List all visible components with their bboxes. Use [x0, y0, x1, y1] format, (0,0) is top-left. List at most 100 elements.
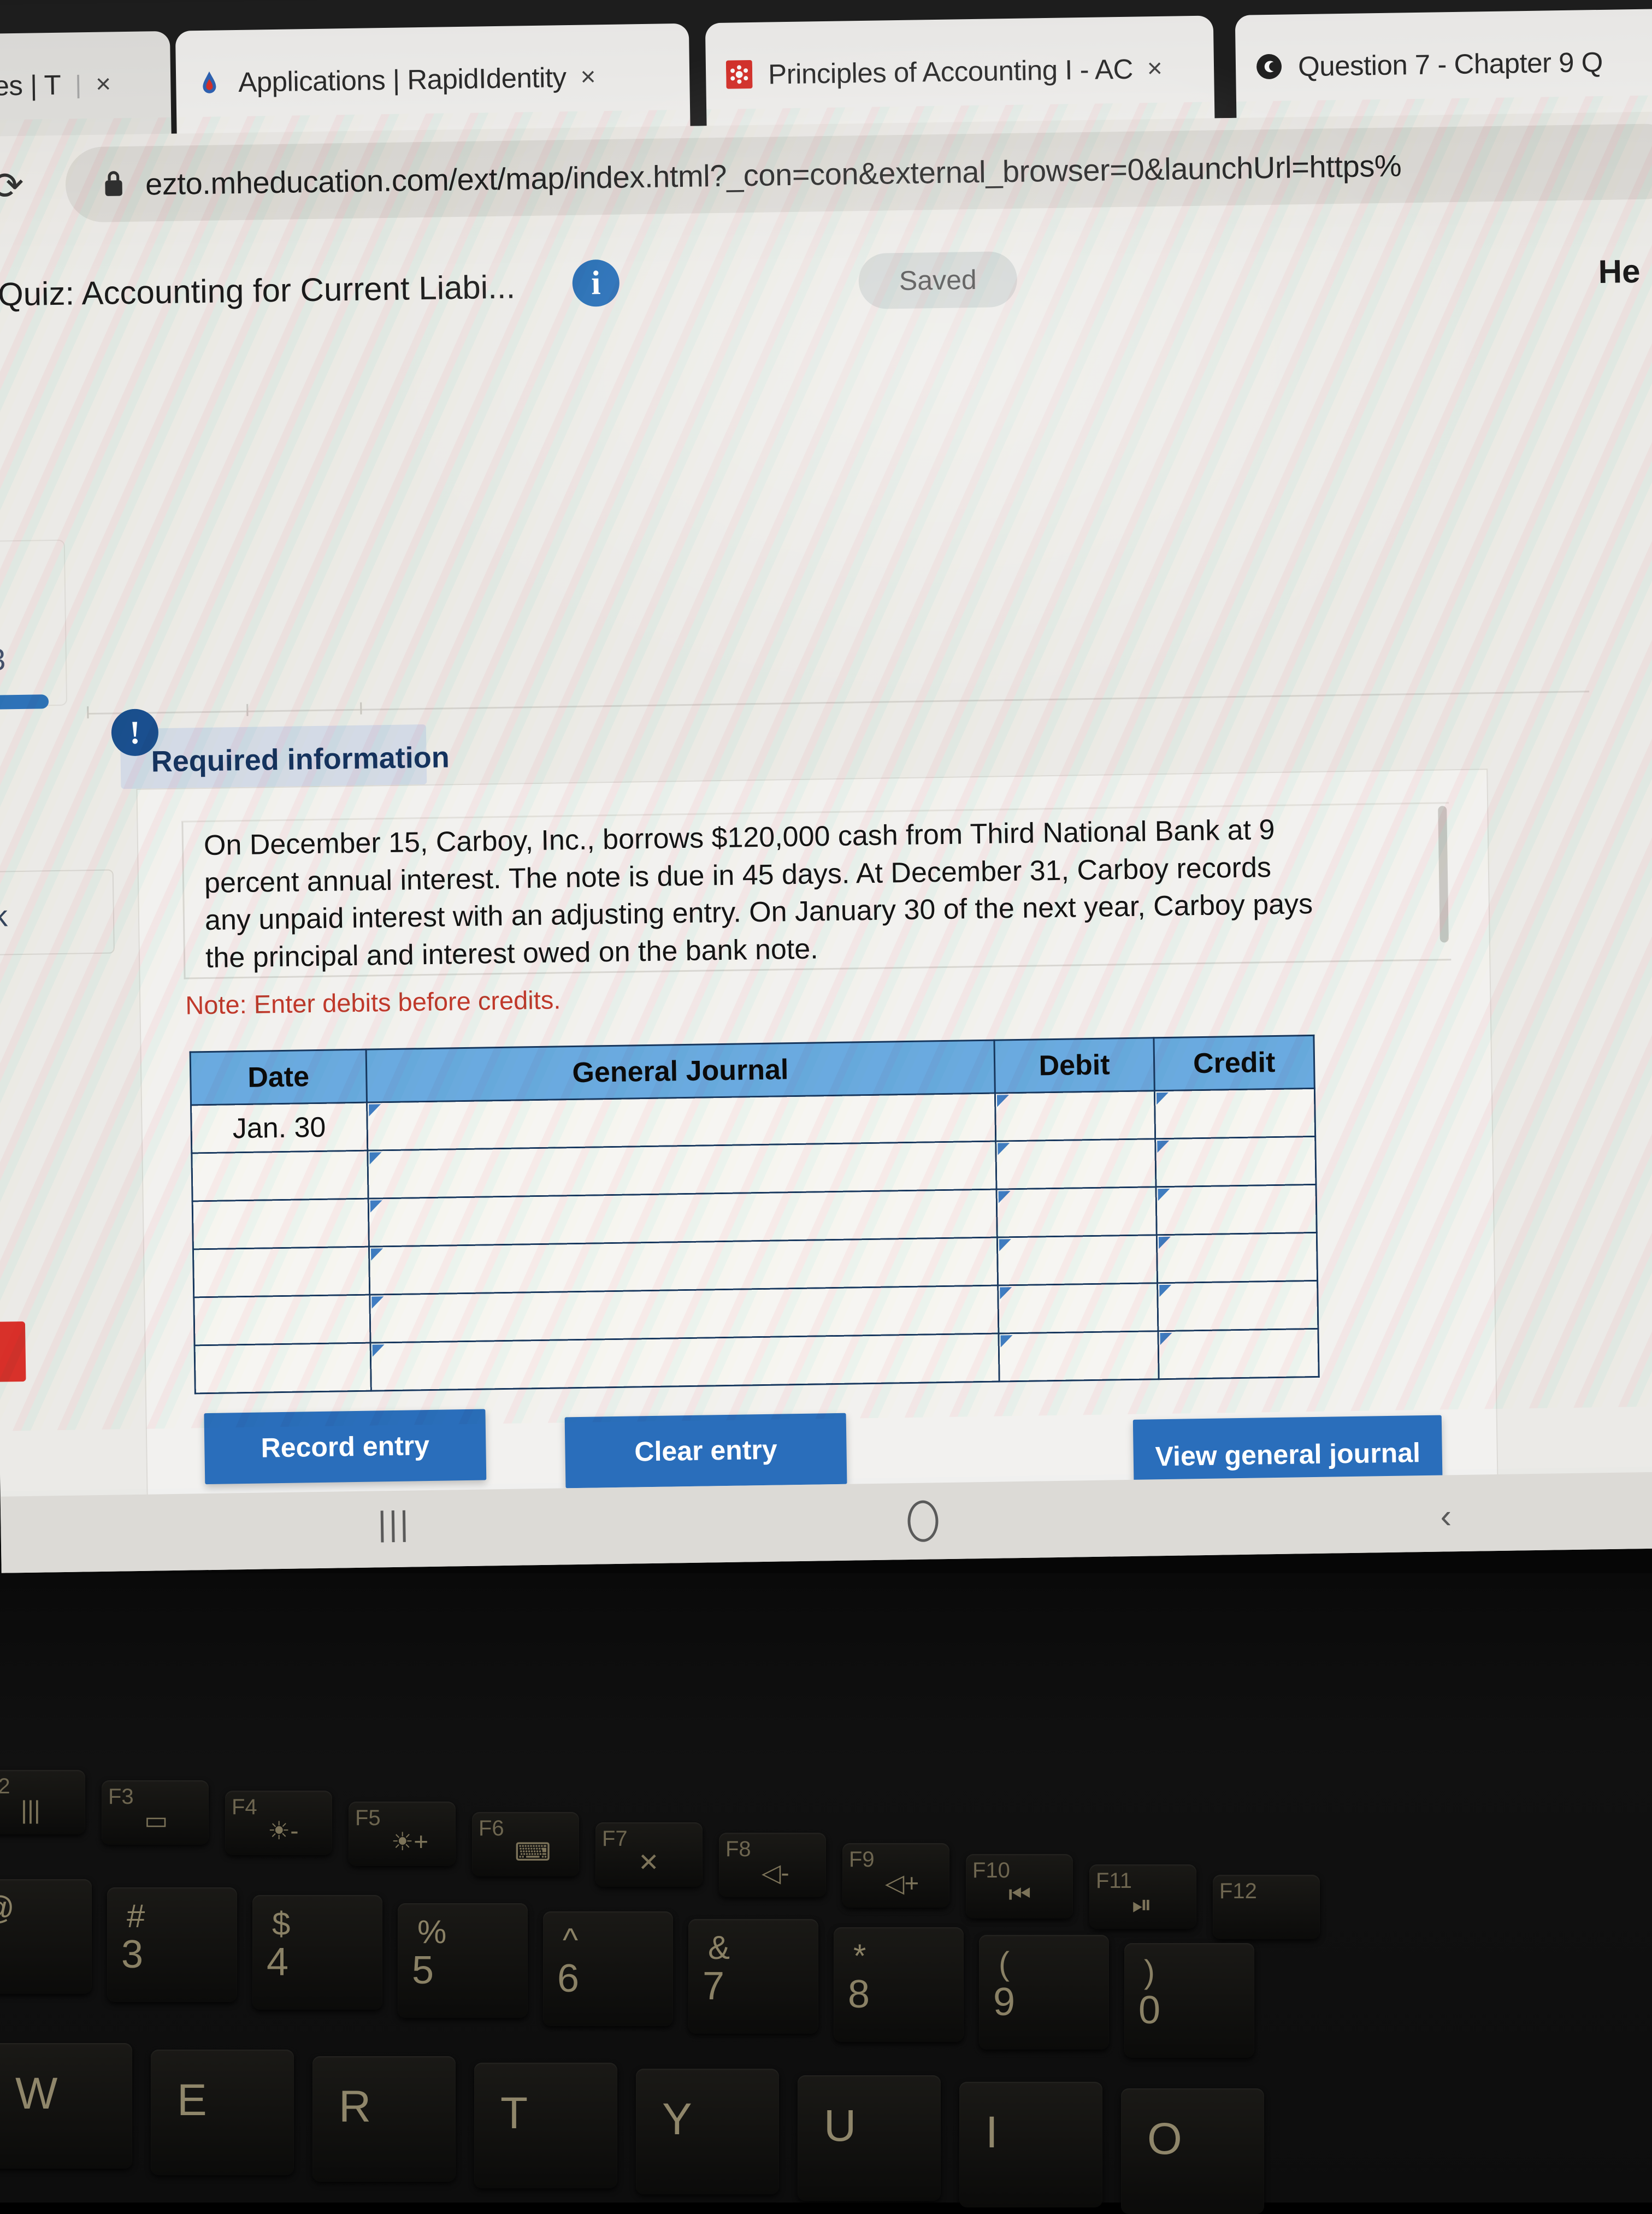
dropdown-caret-icon[interactable] — [371, 1296, 384, 1309]
dropdown-caret-icon[interactable] — [370, 1248, 384, 1261]
key-number-8: 8 — [848, 1972, 870, 2016]
key-e[interactable] — [151, 2049, 294, 2175]
browser-tab-1[interactable]: Applications | RapidIdentity × — [175, 23, 691, 135]
tab-title: Principles of Accounting I - AC — [768, 53, 1134, 90]
key-f2[interactable] — [0, 1770, 85, 1834]
dropdown-caret-icon[interactable] — [999, 1287, 1012, 1300]
dropdown-caret-icon[interactable] — [1000, 1335, 1013, 1348]
cell-debit[interactable] — [998, 1283, 1159, 1334]
key-symbol-3: # — [127, 1897, 145, 1934]
dropdown-caret-icon[interactable] — [1160, 1332, 1172, 1345]
dropdown-caret-icon[interactable] — [998, 1191, 1011, 1203]
recent-apps-icon[interactable]: ||| — [377, 1504, 411, 1544]
cell-credit[interactable] — [1154, 1088, 1315, 1139]
key-label: F6 — [479, 1816, 504, 1840]
cell-date[interactable] — [193, 1247, 370, 1297]
key-number-5: 5 — [412, 1948, 434, 1992]
cell-date[interactable] — [193, 1295, 370, 1345]
ruler-tick — [87, 706, 89, 719]
column-header-general-journal: General Journal — [365, 1040, 995, 1103]
cell-general-journal[interactable] — [370, 1333, 999, 1391]
home-icon[interactable] — [907, 1500, 939, 1543]
key-y[interactable] — [636, 2069, 779, 2195]
dropdown-caret-icon[interactable] — [996, 1095, 1009, 1107]
close-icon[interactable]: × — [96, 69, 111, 99]
dropdown-caret-icon[interactable] — [1159, 1284, 1172, 1297]
dropdown-caret-icon[interactable] — [370, 1200, 382, 1213]
general-journal-table: Date General Journal Debit Credit Jan. 3… — [190, 1035, 1320, 1394]
cell-credit[interactable] — [1157, 1232, 1318, 1283]
key-r[interactable] — [312, 2056, 456, 2182]
dropdown-caret-icon[interactable] — [999, 1239, 1011, 1251]
info-icon[interactable]: i — [572, 259, 620, 307]
cell-date[interactable] — [191, 1150, 368, 1201]
key-letter-e: E — [177, 2075, 207, 2125]
dropdown-caret-icon[interactable] — [1157, 1092, 1169, 1105]
key-letter-o: O — [1147, 2113, 1182, 2164]
ebook-button[interactable] — [0, 869, 115, 957]
cell-date[interactable] — [194, 1343, 371, 1394]
key-label: F7 — [602, 1827, 628, 1851]
red-side-tab[interactable] — [0, 1321, 26, 1383]
cell-debit[interactable] — [996, 1235, 1158, 1286]
laptop-device: sources | T | × Applications | RapidIden… — [0, 0, 1652, 2214]
dropdown-caret-icon[interactable] — [1158, 1236, 1171, 1249]
dropdown-caret-icon[interactable] — [369, 1152, 382, 1165]
cell-debit[interactable] — [995, 1138, 1157, 1190]
key-label: F2 — [0, 1774, 10, 1798]
dropdown-caret-icon[interactable] — [368, 1104, 381, 1117]
cell-debit[interactable] — [996, 1186, 1157, 1238]
dropdown-caret-icon[interactable] — [372, 1344, 385, 1357]
tab-separator: | — [74, 70, 82, 99]
back-icon[interactable]: ‹ — [1440, 1497, 1452, 1536]
key-o[interactable] — [1121, 2088, 1264, 2214]
cell-date[interactable]: Jan. 30 — [191, 1102, 368, 1153]
key-u[interactable] — [798, 2075, 941, 2201]
browser-tab-0[interactable]: sources | T | × — [0, 31, 172, 139]
question-text: On December 15, Carboy, Inc., borrows $1… — [203, 813, 1313, 974]
cell-general-journal[interactable] — [369, 1237, 998, 1295]
key-i[interactable] — [959, 2082, 1102, 2208]
help-link[interactable]: He — [1598, 252, 1641, 291]
key-label: F3 — [108, 1785, 134, 1809]
required-information-label: Required information — [151, 741, 450, 778]
key-glyph-f10: ⏮ — [1008, 1879, 1031, 1908]
cell-debit[interactable] — [998, 1331, 1159, 1382]
cell-date[interactable] — [192, 1198, 369, 1249]
close-icon[interactable]: × — [580, 62, 596, 92]
chegg-icon — [1254, 52, 1284, 82]
cell-credit[interactable] — [1158, 1329, 1319, 1379]
cell-general-journal[interactable] — [367, 1141, 996, 1199]
quiz-page: 9 Quiz: Accounting for Current Liabi... … — [0, 209, 1652, 1550]
key-symbol-8: * — [853, 1937, 866, 1974]
cell-debit[interactable] — [995, 1090, 1155, 1142]
step-divider — [87, 690, 1590, 715]
key-letter-y: Y — [662, 2094, 692, 2145]
rapididentity-icon — [194, 67, 225, 97]
close-icon[interactable]: × — [1147, 53, 1163, 83]
key-symbol-4: $ — [272, 1905, 291, 1943]
dropdown-caret-icon[interactable] — [997, 1143, 1010, 1155]
tab-title: sources | T — [0, 69, 61, 102]
reload-icon[interactable]: ⟳ — [0, 163, 24, 209]
cell-general-journal[interactable] — [369, 1285, 999, 1343]
key-label: F5 — [355, 1805, 381, 1830]
cell-general-journal[interactable] — [368, 1189, 997, 1247]
cell-credit[interactable] — [1155, 1136, 1316, 1187]
clear-entry-button[interactable]: Clear entry — [564, 1413, 847, 1489]
browser-tab-2[interactable]: Principles of Accounting I - AC × — [705, 15, 1215, 127]
cell-credit[interactable] — [1157, 1280, 1318, 1331]
tab-title: Applications | RapidIdentity — [238, 61, 567, 98]
key-symbol-2: @ — [0, 1889, 15, 1927]
cell-credit[interactable] — [1156, 1184, 1317, 1235]
attempt-count: f 3 — [0, 642, 6, 677]
cell-general-journal[interactable] — [367, 1093, 996, 1151]
key-t[interactable] — [474, 2062, 617, 2188]
key-number-6: 6 — [557, 1956, 580, 2000]
dropdown-caret-icon[interactable] — [1157, 1140, 1170, 1153]
record-entry-button[interactable]: Record entry — [204, 1409, 487, 1485]
browser-tab-3[interactable]: Question 7 - Chapter 9 Q — [1235, 7, 1652, 119]
dropdown-caret-icon[interactable] — [1158, 1188, 1171, 1201]
key-number-0: 0 — [1138, 1988, 1161, 2033]
key-symbol-9: ( — [999, 1945, 1010, 1982]
